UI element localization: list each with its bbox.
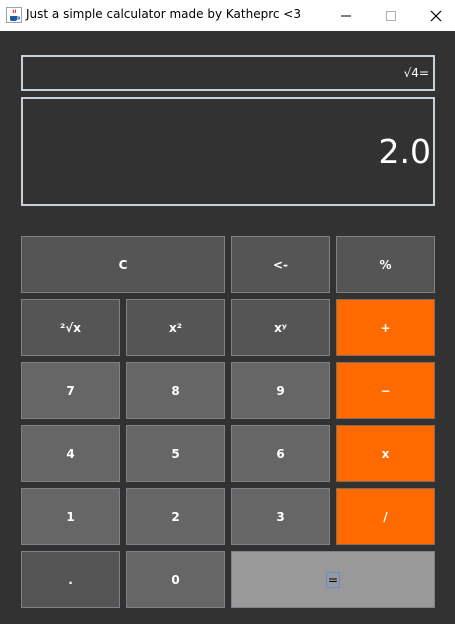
four-button[interactable]: 4 — [21, 425, 120, 482]
divide-button[interactable]: / — [336, 488, 435, 545]
percent-button[interactable]: % — [336, 236, 435, 293]
expression-display: √4= — [21, 55, 435, 91]
minimize-button[interactable] — [323, 0, 369, 31]
six-button[interactable]: 6 — [231, 425, 330, 482]
close-button[interactable] — [413, 0, 455, 31]
subtract-button[interactable]: − — [336, 362, 435, 419]
result-display: 2.0 — [21, 97, 435, 206]
seven-button[interactable]: 7 — [21, 362, 120, 419]
minimize-icon — [341, 15, 351, 16]
nine-button[interactable]: 9 — [231, 362, 330, 419]
equals-label: = — [325, 571, 341, 588]
five-button[interactable]: 5 — [126, 425, 225, 482]
zero-button[interactable]: 0 — [126, 551, 225, 608]
maximize-button[interactable] — [368, 0, 414, 31]
backspace-button[interactable]: <- — [231, 236, 330, 293]
two-button[interactable]: 2 — [126, 488, 225, 545]
window-title: Just a simple calculator made by Kathepr… — [26, 7, 301, 21]
clear-button[interactable]: C — [21, 236, 225, 293]
multiply-button[interactable]: x — [336, 425, 435, 482]
one-button[interactable]: 1 — [21, 488, 120, 545]
square-root-button[interactable]: ²√x — [21, 299, 120, 356]
maximize-icon — [386, 10, 396, 21]
add-button[interactable]: + — [336, 299, 435, 356]
equals-button[interactable]: = — [231, 551, 435, 608]
decimal-button[interactable]: . — [21, 551, 120, 608]
power-button[interactable]: xʸ — [231, 299, 330, 356]
title-bar: Just a simple calculator made by Kathepr… — [0, 0, 455, 31]
three-button[interactable]: 3 — [231, 488, 330, 545]
eight-button[interactable]: 8 — [126, 362, 225, 419]
java-coffee-cup-icon — [6, 7, 22, 23]
close-icon — [430, 10, 442, 21]
square-button[interactable]: x² — [126, 299, 225, 356]
